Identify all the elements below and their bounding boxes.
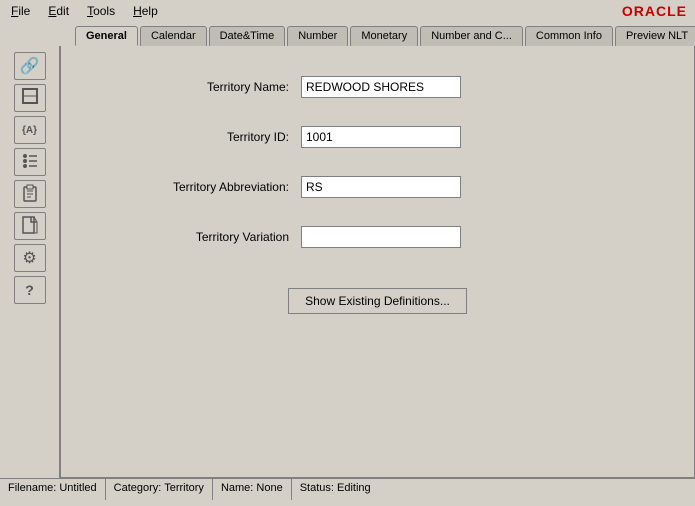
- clipboard-icon: [21, 184, 39, 205]
- sidebar-btn-list[interactable]: [14, 148, 46, 176]
- content-area: Territory Name: Territory ID: Territory …: [60, 46, 695, 478]
- filename-status: Filename: Untitled: [0, 479, 106, 500]
- menu-tools[interactable]: Tools: [84, 3, 118, 19]
- tab-preview-nlt[interactable]: Preview NLT: [615, 26, 695, 46]
- main-layout: 🔗 {A}: [0, 46, 695, 478]
- list-icon: [21, 152, 39, 173]
- tab-bar: General Calendar Date&Time Number Moneta…: [0, 22, 695, 46]
- sidebar-btn-link[interactable]: 🔗: [14, 52, 46, 80]
- editing-status: Status: Editing: [292, 479, 379, 500]
- settings-icon: ⚙: [22, 248, 36, 268]
- menu-edit[interactable]: Edit: [45, 3, 72, 19]
- menu-help[interactable]: Help: [130, 3, 161, 19]
- oracle-logo: ORACLE: [622, 3, 687, 19]
- tab-number-and-c[interactable]: Number and C...: [420, 26, 523, 46]
- menubar: File Edit Tools Help ORACLE: [0, 0, 695, 22]
- sidebar-btn-variable[interactable]: {A}: [14, 116, 46, 144]
- shape-icon: [21, 87, 39, 110]
- territory-id-label: Territory ID:: [101, 130, 301, 144]
- menu-file[interactable]: File: [8, 3, 33, 19]
- territory-name-label: Territory Name:: [101, 80, 301, 94]
- variable-icon: {A}: [22, 125, 37, 136]
- statusbar: Filename: Untitled Category: Territory N…: [0, 478, 695, 500]
- name-status: Name: None: [213, 479, 292, 500]
- link-icon: 🔗: [20, 56, 40, 76]
- document-icon: [21, 216, 39, 237]
- territory-id-row: Territory ID:: [101, 126, 654, 148]
- sidebar-btn-settings[interactable]: ⚙: [14, 244, 46, 272]
- show-existing-button[interactable]: Show Existing Definitions...: [288, 288, 467, 314]
- menubar-left: File Edit Tools Help: [8, 3, 161, 19]
- tab-monetary[interactable]: Monetary: [350, 26, 418, 46]
- tab-number[interactable]: Number: [287, 26, 348, 46]
- territory-name-row: Territory Name:: [101, 76, 654, 98]
- territory-abbreviation-label: Territory Abbreviation:: [101, 180, 301, 194]
- sidebar-btn-document[interactable]: [14, 212, 46, 240]
- sidebar-btn-clipboard[interactable]: [14, 180, 46, 208]
- sidebar-btn-help[interactable]: ?: [14, 276, 46, 304]
- help-icon: ?: [25, 282, 34, 298]
- territory-abbreviation-row: Territory Abbreviation:: [101, 176, 654, 198]
- sidebar: 🔗 {A}: [0, 46, 60, 478]
- territory-id-input[interactable]: [301, 126, 461, 148]
- territory-variation-label: Territory Variation: [101, 230, 301, 244]
- territory-abbreviation-input[interactable]: [301, 176, 461, 198]
- tab-datetime[interactable]: Date&Time: [209, 26, 286, 46]
- territory-name-input[interactable]: [301, 76, 461, 98]
- territory-variation-input[interactable]: [301, 226, 461, 248]
- tab-common-info[interactable]: Common Info: [525, 26, 613, 46]
- category-status: Category: Territory: [106, 479, 213, 500]
- tab-general[interactable]: General: [75, 26, 138, 46]
- sidebar-btn-shape[interactable]: [14, 84, 46, 112]
- territory-variation-row: Territory Variation: [101, 226, 654, 248]
- tab-calendar[interactable]: Calendar: [140, 26, 207, 46]
